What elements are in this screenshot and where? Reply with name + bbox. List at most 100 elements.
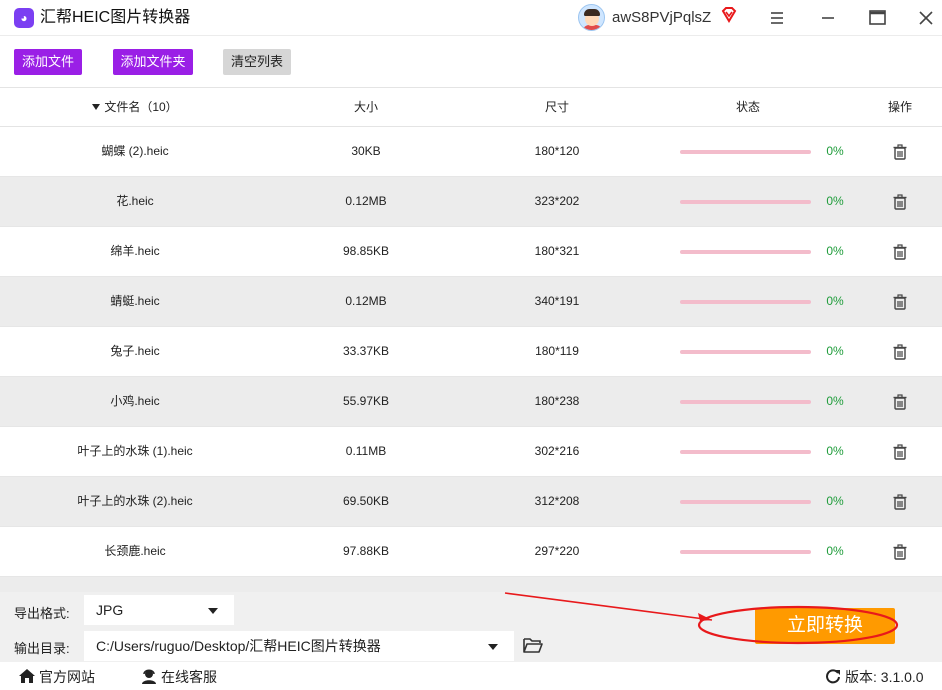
table-row[interactable]: 叶子上的水珠 (2).heic 69.50KB 312*208 0% — [0, 477, 942, 527]
table-header: 文件名（10） 大小 尺寸 状态 操作 — [0, 87, 942, 127]
file-dimensions: 180*238 — [534, 394, 580, 408]
column-header-status: 状态 — [735, 100, 760, 114]
online-service-link[interactable]: 在线客服 — [140, 668, 217, 686]
home-icon — [19, 669, 35, 683]
convert-now-button[interactable]: 立即转换 — [755, 608, 895, 644]
output-dir-select[interactable]: C:/Users/ruguo/Desktop/汇帮HEIC图片转换器 — [84, 631, 514, 661]
progress-percent: 0% — [826, 394, 844, 408]
format-label: 导出格式: — [14, 606, 70, 621]
refresh-icon — [826, 669, 840, 684]
avatar-hair — [584, 9, 600, 16]
progress-percent: 0% — [826, 244, 844, 258]
column-header-dimensions: 尺寸 — [544, 100, 569, 114]
online-service-label: 在线客服 — [161, 669, 217, 685]
minimize-icon[interactable] — [816, 6, 840, 30]
add-folder-button[interactable]: 添加文件夹 — [113, 49, 193, 75]
table-row[interactable]: 叶子上的水珠 (1).heic 0.11MB 302*216 0% — [0, 427, 942, 477]
progress-bar — [680, 150, 811, 154]
progress-bar — [680, 550, 811, 554]
delete-icon[interactable] — [892, 544, 908, 560]
version-label: 版本: 3.1.0.0 — [845, 669, 924, 685]
progress-bar — [680, 350, 811, 354]
output-dir-label: 输出目录: — [14, 641, 70, 656]
file-size: 97.88KB — [342, 544, 390, 558]
official-website-link[interactable]: 官方网站 — [18, 668, 95, 686]
user-avatar[interactable] — [578, 4, 605, 31]
file-table: 文件名（10） 大小 尺寸 状态 操作 蝴蝶 (2).heic 30KB 180*1… — [0, 87, 942, 592]
delete-icon[interactable] — [892, 444, 908, 460]
file-dimensions: 323*202 — [534, 194, 580, 208]
file-dimensions: 180*120 — [534, 144, 580, 158]
file-name: 蝴蝶 (2).heic — [101, 144, 169, 158]
chevron-down-icon — [208, 608, 218, 614]
progress-percent: 0% — [826, 494, 844, 508]
format-value: JPG — [96, 602, 124, 618]
file-size: 30KB — [351, 144, 381, 158]
file-size: 33.37KB — [342, 344, 390, 358]
progress-bar — [680, 250, 811, 254]
maximize-icon[interactable] — [866, 6, 890, 30]
table-row[interactable]: 绵羊.heic 98.85KB 180*321 0% — [0, 227, 942, 277]
file-size: 0.12MB — [345, 294, 387, 308]
column-header-name[interactable]: 文件名（10） — [40, 88, 230, 126]
file-name: 长颈鹿.heic — [104, 544, 166, 558]
file-dimensions: 297*220 — [534, 544, 580, 558]
table-row[interactable]: 花.heic 0.12MB 323*202 0% — [0, 177, 942, 227]
progress-percent: 0% — [826, 294, 844, 308]
close-icon[interactable] — [914, 6, 938, 30]
progress-percent: 0% — [826, 194, 844, 208]
file-dimensions: 302*216 — [534, 444, 580, 458]
progress-percent: 0% — [826, 444, 844, 458]
app-title: 汇帮HEIC图片转换器 — [40, 9, 191, 26]
table-row[interactable]: 蝴蝶 (2).heic 30KB 180*120 0% — [0, 127, 942, 177]
chevron-down-icon — [488, 644, 498, 650]
progress-percent: 0% — [826, 544, 844, 558]
delete-icon[interactable] — [892, 194, 908, 210]
version-info[interactable]: 版本: 3.1.0.0 — [824, 668, 924, 686]
delete-icon[interactable] — [892, 294, 908, 310]
file-name: 小鸡.heic — [110, 394, 160, 408]
file-size: 0.12MB — [345, 194, 387, 208]
add-file-button[interactable]: 添加文件 — [14, 49, 82, 75]
file-size: 0.11MB — [345, 444, 387, 458]
delete-icon[interactable] — [892, 144, 908, 160]
table-body: 蝴蝶 (2).heic 30KB 180*120 0% 花.heic 0.12MB 323*… — [0, 127, 942, 577]
file-size: 55.97KB — [342, 394, 390, 408]
progress-bar — [680, 500, 811, 504]
clear-list-button[interactable]: 清空列表 — [223, 49, 291, 75]
table-row[interactable]: 兔子.heic 33.37KB 180*119 0% — [0, 327, 942, 377]
table-row[interactable]: 长颈鹿.heic 97.88KB 297*220 0% — [0, 527, 942, 577]
delete-icon[interactable] — [892, 344, 908, 360]
progress-bar — [680, 400, 811, 404]
file-name: 蜻蜓.heic — [110, 294, 160, 308]
file-size: 98.85KB — [342, 244, 390, 258]
delete-icon[interactable] — [892, 394, 908, 410]
output-dir-value: C:/Users/ruguo/Desktop/汇帮HEIC图片转换器 — [96, 638, 381, 654]
app-logo-icon: ◕ — [14, 8, 34, 28]
delete-icon[interactable] — [892, 244, 908, 260]
open-folder-icon[interactable] — [522, 635, 544, 655]
progress-percent: 0% — [826, 144, 844, 158]
file-name: 兔子.heic — [110, 344, 160, 358]
file-dimensions: 340*191 — [534, 294, 580, 308]
delete-icon[interactable] — [892, 494, 908, 510]
table-row[interactable]: 小鸡.heic 55.97KB 180*238 0% — [0, 377, 942, 427]
table-empty-area — [0, 577, 942, 592]
title-bar: ◕ 汇帮HEIC图片转换器 awS8PVjPqlsZ — [0, 0, 942, 36]
menu-icon[interactable] — [766, 6, 790, 30]
progress-bar — [680, 200, 811, 204]
format-select[interactable]: JPG — [84, 595, 234, 625]
support-agent-icon — [142, 669, 156, 684]
file-name: 绵羊.heic — [110, 244, 160, 258]
official-website-label: 官方网站 — [39, 669, 95, 685]
app-window: ◕ 汇帮HEIC图片转换器 awS8PVjPqlsZ 添加文件 添加文件夹 清空… — [0, 0, 942, 690]
progress-bar — [680, 300, 811, 304]
progress-percent: 0% — [826, 344, 844, 358]
status-bar: 官方网站 在线客服 版本: 3.1.0.0 — [0, 662, 942, 690]
file-dimensions: 312*208 — [534, 494, 580, 508]
username[interactable]: awS8PVjPqlsZ — [612, 8, 711, 28]
column-header-actions: 操作 — [887, 100, 912, 114]
toolbar: 添加文件 添加文件夹 清空列表 — [0, 37, 942, 87]
vip-diamond-icon[interactable] — [720, 6, 738, 24]
table-row[interactable]: 蜻蜓.heic 0.12MB 340*191 0% — [0, 277, 942, 327]
